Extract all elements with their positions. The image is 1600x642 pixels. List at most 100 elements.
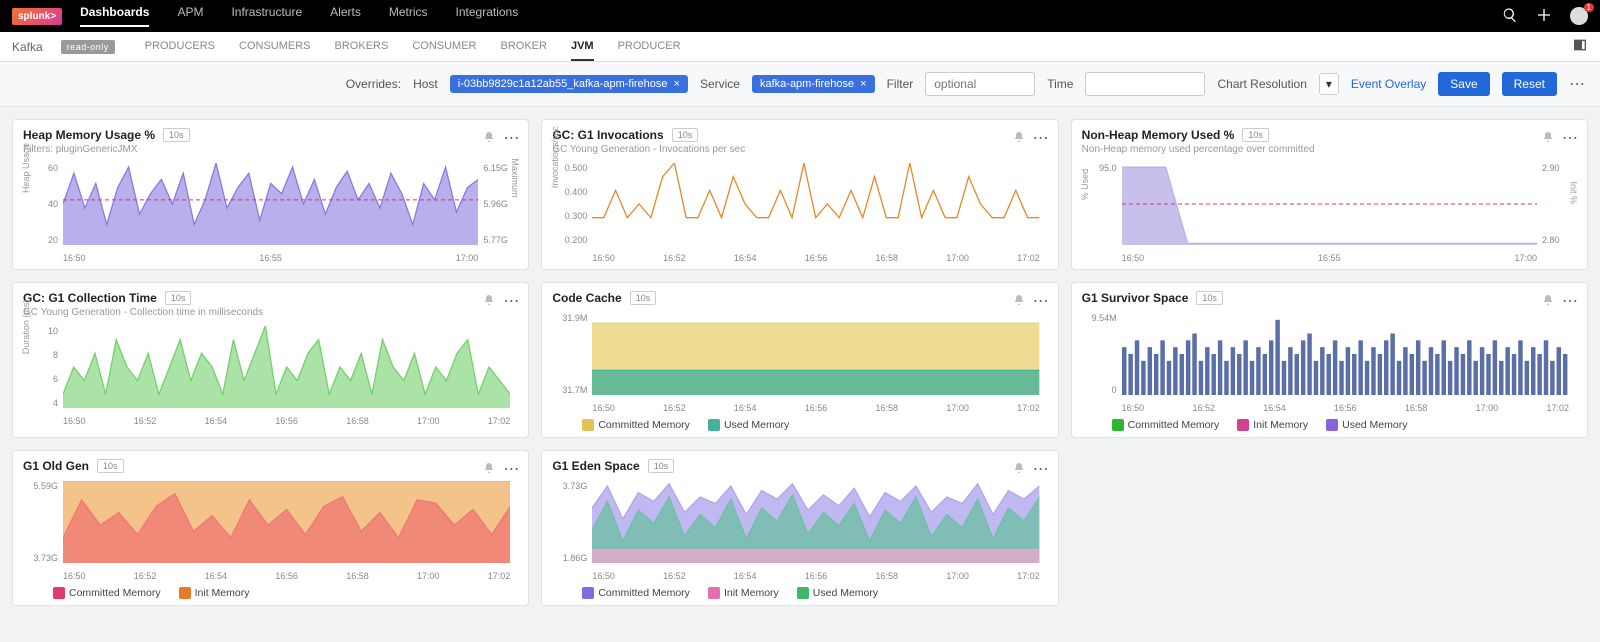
card-more-icon[interactable]: ⋯ [1033,128,1050,148]
card-old_gen: G1 Old Gen 10s ⋯ 5.59G3.73G16:5016:5216:… [12,450,529,606]
card-title: GC: G1 Invocations [552,128,663,142]
chart-plot[interactable] [592,313,1039,395]
x-axis: 16:5016:5216:5416:5616:5817:0017:02 [592,571,1039,581]
y-axis-right: 6.15G5.96G5.77G [480,163,518,245]
card-more-icon[interactable]: ⋯ [1562,291,1579,311]
y-axis: 31.9M31.7M [552,313,590,395]
overrides-label: Overrides: [346,77,401,91]
y-axis-right: 2.902.80 [1539,163,1577,245]
bell-icon[interactable] [483,131,495,146]
y-axis: 5.59G3.73G [23,481,61,563]
legend-item: Committed Memory [582,587,690,599]
chart-area: 3.73G1.86G16:5016:5216:5416:5616:5817:00… [552,481,1047,581]
topnav-item-integrations[interactable]: Integrations [456,5,519,27]
bell-icon[interactable] [483,294,495,309]
tab-jvm[interactable]: JVM [571,33,594,61]
card-title: G1 Old Gen [23,459,89,473]
tab-consumer[interactable]: CONSUMER [412,33,476,61]
bell-icon[interactable] [1013,294,1025,309]
chart-area: Duration (ms)1086416:5016:5216:5416:5616… [23,326,518,426]
card-survivor: G1 Survivor Space 10s ⋯ 9.54M016:5016:52… [1071,282,1588,438]
notification-badge: 1 [1584,3,1594,12]
tab-brokers[interactable]: BROKERS [335,33,389,61]
tab-producers[interactable]: PRODUCERS [145,33,215,61]
card-more-icon[interactable]: ⋯ [1033,459,1050,479]
filter-bar: Overrides: Host i-03bb9829c1a12ab55_kafk… [0,62,1600,107]
chart-area: 5.59G3.73G16:5016:5216:5416:5616:5817:00… [23,481,518,581]
legend-item: Committed Memory [1112,419,1220,431]
card-subtitle: GC Young Generation - Collection time in… [23,307,518,318]
chart-plot[interactable] [592,163,1039,245]
close-icon[interactable]: × [674,78,680,90]
time-input[interactable] [1085,72,1205,96]
tab-consumers[interactable]: CONSUMERS [239,33,311,61]
filter-input[interactable] [925,72,1035,96]
y-axis: 3.73G1.86G [552,481,590,563]
card-eden: G1 Eden Space 10s ⋯ 3.73G1.86G16:5016:52… [541,450,1058,606]
close-icon[interactable]: × [860,78,866,90]
bell-icon[interactable] [1542,131,1554,146]
x-axis: 16:5016:5216:5416:5616:5817:0017:02 [1122,403,1569,413]
card-more-icon[interactable]: ⋯ [503,128,520,148]
x-axis: 16:5016:5517:00 [1122,253,1537,263]
panel-toggle-icon[interactable] [1572,37,1588,56]
bell-icon[interactable] [1013,462,1025,477]
card-more-icon[interactable]: ⋯ [1562,128,1579,148]
host-chip[interactable]: i-03bb9829c1a12ab55_kafka-apm-firehose× [450,75,688,93]
more-menu-icon[interactable]: ⋯ [1569,74,1586,94]
interval-badge: 10s [1196,291,1223,305]
interval-badge: 10s [630,291,657,305]
topnav-item-apm[interactable]: APM [177,5,203,27]
y-axis: 9.54M0 [1082,313,1120,395]
event-overlay-link[interactable]: Event Overlay [1351,77,1426,91]
topnav-item-metrics[interactable]: Metrics [389,5,428,27]
interval-badge: 10s [97,459,124,473]
legend-item: Used Memory [708,419,789,431]
interval-badge: 10s [648,459,675,473]
chart-plot[interactable] [63,326,510,408]
chartres-select[interactable]: ▾ [1319,73,1339,95]
tab-producer[interactable]: PRODUCER [618,33,681,61]
bell-icon[interactable] [483,462,495,477]
card-title: Code Cache [552,291,621,305]
interval-badge: 10s [1242,128,1269,142]
user-avatar[interactable]: 1 [1570,7,1588,25]
bell-icon[interactable] [1013,131,1025,146]
card-nonheap: Non-Heap Memory Used % 10s Non-Heap memo… [1071,119,1588,270]
legend-item: Init Memory [179,587,250,599]
brand-logo[interactable]: splunk> [12,8,62,25]
chart-plot[interactable] [1122,313,1569,395]
interval-badge: 10s [165,291,192,305]
card-more-icon[interactable]: ⋯ [503,459,520,479]
chartres-label: Chart Resolution [1217,77,1306,91]
chart-area: 31.9M31.7M16:5016:5216:5416:5616:5817:00… [552,313,1047,413]
card-subtitle: Non-Heap memory used percentage over com… [1082,144,1577,155]
tab-broker[interactable]: BROKER [501,33,547,61]
card-title: G1 Eden Space [552,459,639,473]
search-icon[interactable] [1502,7,1518,26]
card-gc_time: GC: G1 Collection Time 10s GC Young Gene… [12,282,529,438]
card-more-icon[interactable]: ⋯ [1033,291,1050,311]
service-chip[interactable]: kafka-apm-firehose× [752,75,875,93]
card-subtitle: Filters: pluginGenericJMX [23,144,518,155]
chart-area: Invocations/sec0.5000.4000.3000.20016:50… [552,163,1047,263]
chart-plot[interactable] [63,163,478,245]
chart-plot[interactable] [63,481,510,563]
reset-button[interactable]: Reset [1502,72,1557,96]
legend-item: Committed Memory [582,419,690,431]
topnav-item-infrastructure[interactable]: Infrastructure [231,5,302,27]
legend-item: Used Memory [1326,419,1407,431]
y-axis: 604020 [23,163,61,245]
topnav-item-alerts[interactable]: Alerts [330,5,361,27]
add-icon[interactable] [1536,7,1552,26]
chart-plot[interactable] [1122,163,1537,245]
save-button[interactable]: Save [1438,72,1489,96]
legend-item: Init Memory [1237,419,1308,431]
chart-plot[interactable] [592,481,1039,563]
card-more-icon[interactable]: ⋯ [503,291,520,311]
host-label: Host [413,77,438,91]
chart-legend: Committed MemoryInit MemoryUsed Memory [552,587,1047,599]
bell-icon[interactable] [1542,294,1554,309]
topnav-item-dashboards[interactable]: Dashboards [80,5,149,27]
time-label: Time [1047,77,1073,91]
